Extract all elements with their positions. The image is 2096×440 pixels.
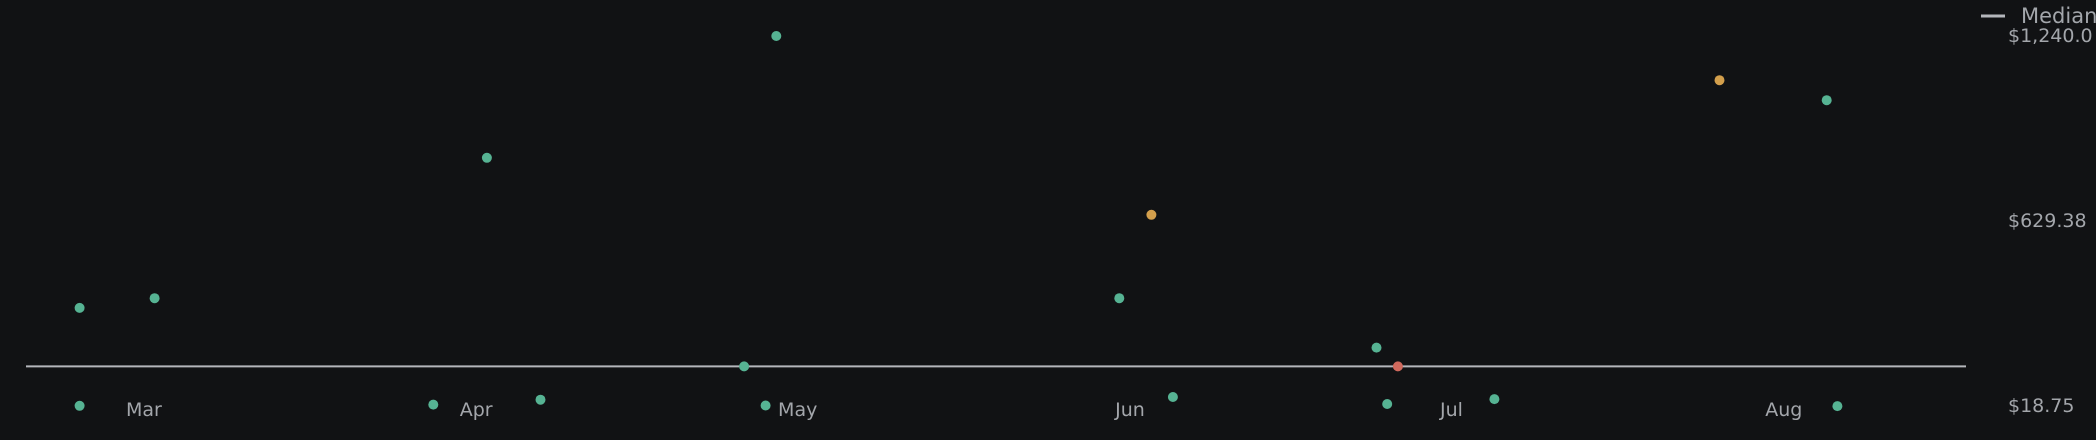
data-point bbox=[1392, 361, 1403, 372]
data-point bbox=[1114, 293, 1125, 304]
data-point bbox=[74, 302, 85, 313]
data-point bbox=[739, 361, 750, 372]
x-tick-label: Mar bbox=[126, 399, 162, 421]
data-point bbox=[1371, 342, 1382, 353]
data-point bbox=[1167, 392, 1178, 402]
data-point bbox=[1832, 401, 1843, 412]
data-point bbox=[535, 394, 546, 405]
y-tick-label: $18.75 bbox=[2008, 395, 2074, 417]
x-tick-label: Jul bbox=[1439, 399, 1463, 421]
data-point bbox=[760, 400, 771, 411]
data-point bbox=[1821, 95, 1832, 106]
data-point bbox=[1714, 75, 1725, 86]
data-point bbox=[74, 400, 85, 411]
data-point bbox=[481, 152, 492, 163]
data-point bbox=[1489, 394, 1500, 405]
plot-area: Mar Apr May Jun Jul Aug $1,240.0 $629.38 $18.75 M… bbox=[26, 4, 2096, 421]
data-point bbox=[428, 399, 439, 410]
y-tick-label: $1,240.0 bbox=[2008, 25, 2093, 47]
x-tick-label: May bbox=[778, 399, 817, 421]
data-point bbox=[771, 31, 782, 41]
legend-median-label: Median bbox=[2021, 4, 2096, 28]
data-point bbox=[149, 293, 160, 304]
data-point bbox=[1382, 399, 1393, 409]
y-tick-label: $629.38 bbox=[2008, 210, 2087, 232]
x-tick-label: Apr bbox=[460, 399, 493, 421]
x-tick-label: Jun bbox=[1114, 399, 1145, 421]
data-point bbox=[1146, 209, 1157, 220]
x-tick-label: Aug bbox=[1765, 399, 1802, 421]
scatter-chart: Mar Apr May Jun Jul Aug $1,240.0 $629.38 $18.75 M… bbox=[0, 0, 2096, 440]
